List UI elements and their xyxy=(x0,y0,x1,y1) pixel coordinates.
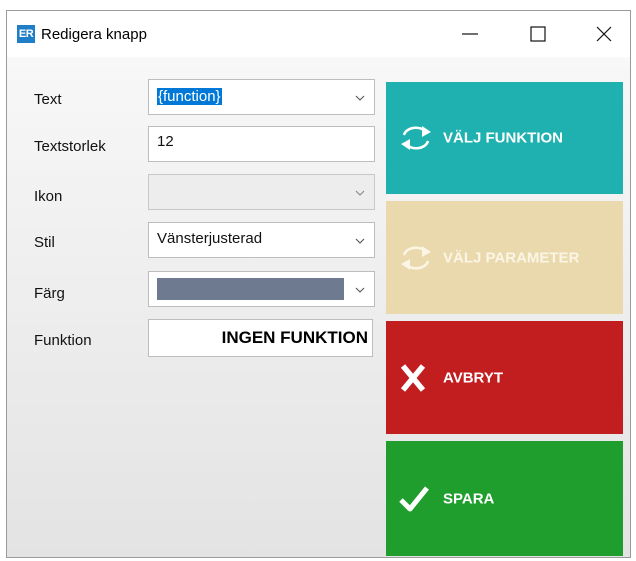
cancel-label: AVBRYT xyxy=(443,369,503,386)
choose-parameter-label: VÄLJ PARAMETER xyxy=(443,249,580,266)
swap-arrows-icon xyxy=(401,245,431,270)
swap-arrows-icon xyxy=(401,126,431,150)
chevron-down-icon xyxy=(355,287,365,293)
text-value: {function} xyxy=(157,88,222,105)
save-label: SPARA xyxy=(443,490,495,507)
window-title: Redigera knapp xyxy=(41,26,147,43)
choose-function-label: VÄLJ FUNKTION xyxy=(443,129,563,147)
color-swatch xyxy=(157,278,344,300)
x-icon xyxy=(400,363,426,392)
text-combobox[interactable]: {function} xyxy=(148,79,375,115)
checkmark-icon xyxy=(399,485,429,511)
choose-parameter-button[interactable]: VÄLJ PARAMETER xyxy=(386,201,623,314)
edit-button-dialog: ER Redigera knapp Text Textstorlek Ikon … xyxy=(6,10,631,558)
maximize-button[interactable] xyxy=(515,11,561,57)
close-icon xyxy=(596,26,612,42)
style-label: Stil xyxy=(34,234,55,251)
maximize-icon xyxy=(530,26,546,42)
minimize-icon xyxy=(462,33,478,35)
choose-function-button[interactable]: VÄLJ FUNKTION xyxy=(386,82,623,194)
app-logo-icon: ER xyxy=(17,25,35,43)
color-label: Färg xyxy=(34,285,65,302)
icon-combobox[interactable] xyxy=(148,174,375,210)
title-bar: ER Redigera knapp xyxy=(7,11,630,57)
font-size-label: Textstorlek xyxy=(34,138,106,155)
minimize-button[interactable] xyxy=(447,11,493,57)
chevron-down-icon xyxy=(355,95,365,101)
function-value: INGEN FUNKTION xyxy=(221,328,368,347)
chevron-down-icon xyxy=(355,238,365,244)
icon-label: Ikon xyxy=(34,188,63,205)
style-value: Vänsterjusterad xyxy=(157,230,263,247)
save-button[interactable]: SPARA xyxy=(386,441,623,556)
chevron-down-icon xyxy=(355,190,365,196)
font-size-input[interactable]: 12 xyxy=(148,126,375,162)
function-field: INGEN FUNKTION xyxy=(148,319,373,357)
style-combobox[interactable]: Vänsterjusterad xyxy=(148,222,375,258)
close-button[interactable] xyxy=(581,11,627,57)
color-picker[interactable] xyxy=(148,271,375,307)
text-label: Text xyxy=(34,91,62,108)
cancel-button[interactable]: AVBRYT xyxy=(386,321,623,434)
font-size-value: 12 xyxy=(157,133,174,150)
function-label: Funktion xyxy=(34,332,92,349)
